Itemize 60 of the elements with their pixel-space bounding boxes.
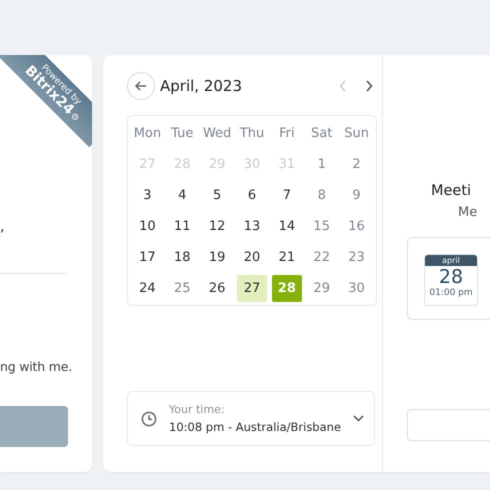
calendar-day[interactable]: 17 <box>132 244 162 271</box>
calendar-day[interactable]: 26 <box>202 275 232 302</box>
calendar-day[interactable]: 20 <box>236 244 267 271</box>
calendar-day[interactable]: 7 <box>272 182 302 209</box>
calendar-day: 30 <box>236 151 267 178</box>
calendar-day[interactable]: 10 <box>132 213 162 240</box>
meeting-title: Meeti <box>431 183 472 201</box>
calendar-day[interactable]: 5 <box>202 182 232 209</box>
calendar-day[interactable]: 27 <box>236 275 267 302</box>
calendar-day[interactable]: 21 <box>272 244 302 271</box>
calendar-day[interactable]: 4 <box>167 182 198 209</box>
calendar-day[interactable]: 18 <box>167 244 198 271</box>
calendar-day[interactable]: 23 <box>342 244 372 271</box>
weekday-label: Mon <box>132 125 162 143</box>
calendar-day[interactable]: 9 <box>342 182 372 209</box>
calendar-day[interactable]: 24 <box>132 275 162 302</box>
calendar-day[interactable]: 11 <box>167 213 198 240</box>
calendar-day[interactable]: 16 <box>342 213 372 240</box>
calendar-day[interactable]: 25 <box>167 275 198 302</box>
calendar-day: 27 <box>132 151 162 178</box>
calendar-day: 29 <box>202 151 232 178</box>
calendar-day[interactable]: 29 <box>306 275 337 302</box>
message-text: ng with me. <box>0 359 72 374</box>
time-label: 01:00 pm <box>429 288 473 298</box>
weekday-label: Thu <box>238 125 266 143</box>
chevron-right-icon <box>365 80 373 92</box>
calendar-day[interactable]: 14 <box>272 213 302 240</box>
day-number: 28 <box>438 266 464 288</box>
calendar-day[interactable]: 8 <box>306 182 337 209</box>
weekday-label: Fri <box>278 125 296 143</box>
field-label: Your time: <box>169 403 226 416</box>
text-fragment: , <box>0 219 4 235</box>
calendar-day: 31 <box>272 151 302 178</box>
chevron-down-icon <box>353 415 364 422</box>
clock-icon <box>141 410 157 426</box>
weekday-label: Tue <box>170 125 194 143</box>
calendar-day[interactable]: 19 <box>202 244 232 271</box>
weekday-label: Wed <box>202 125 232 143</box>
back-button[interactable] <box>127 72 155 100</box>
calendar-day[interactable]: 12 <box>202 213 232 240</box>
calendar-day[interactable]: 2 <box>342 151 372 178</box>
calendar-day[interactable]: 15 <box>306 213 337 240</box>
meeting-subtitle: Me <box>458 205 478 220</box>
chevron-left-icon <box>339 80 347 92</box>
month-title: April, 2023 <box>160 77 243 95</box>
calendar-day: 28 <box>167 151 198 178</box>
calendar-day[interactable]: 13 <box>236 213 267 240</box>
calendar-day[interactable]: 6 <box>236 182 267 209</box>
action-button[interactable] <box>407 409 490 441</box>
timezone-selector[interactable]: Your time: 10:08 pm - Australia/Brisbane <box>127 391 375 446</box>
calendar-day[interactable]: 3 <box>132 182 162 209</box>
month-label: april <box>425 255 477 266</box>
back-arrow-icon <box>135 81 147 91</box>
timezone-value: 10:08 pm - Australia/Brisbane <box>169 420 342 434</box>
weekday-label: Sun <box>343 125 370 143</box>
calendar-day[interactable]: 22 <box>306 244 337 271</box>
weekday-label: Sat <box>310 125 334 143</box>
calendar-day[interactable]: 1 <box>306 151 337 178</box>
calendar-day[interactable]: 30 <box>342 275 372 302</box>
submit-button[interactable] <box>0 406 68 447</box>
